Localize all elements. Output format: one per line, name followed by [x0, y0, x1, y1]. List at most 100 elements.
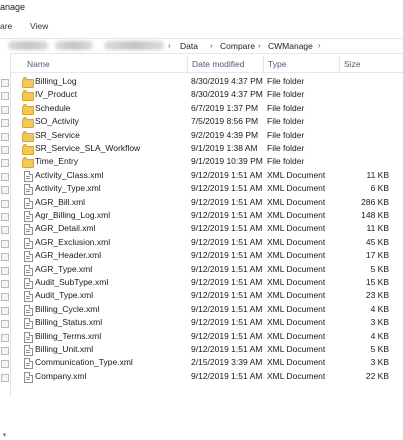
- row-date-modified: 9/12/2019 1:51 AM: [191, 344, 263, 354]
- file-row[interactable]: Activity_Type.xml 9/12/2019 1:51 AM XML Do…: [11, 182, 403, 196]
- nav-pane-marker: [1, 306, 9, 315]
- row-name: Billing_Terms.xml: [35, 330, 102, 341]
- row-name: Billing_Status.xml: [35, 317, 103, 328]
- row-name: Activity_Class.xml: [35, 169, 104, 180]
- xml-file-icon: [22, 358, 33, 370]
- blurred-path-segment: [55, 41, 93, 50]
- row-name: SO_Activity: [35, 116, 79, 127]
- nav-pane-marker: [1, 253, 9, 262]
- row-name: Billing_Unit.xml: [35, 344, 94, 354]
- folder-row[interactable]: SO_Activity 7/5/2019 8:56 PM File folder: [11, 115, 403, 129]
- file-row[interactable]: AGR_Exclusion.xml 9/12/2019 1:51 AM XML Do…: [11, 236, 403, 249]
- nav-pane-marker: [1, 360, 9, 369]
- row-size: 5 KB: [370, 344, 389, 354]
- file-row[interactable]: Audit_Type.xml 9/12/2019 1:51 AM XML Docum…: [11, 289, 403, 303]
- row-type: XML Document: [267, 183, 326, 194]
- column-header-size[interactable]: Size: [339, 56, 403, 72]
- file-row[interactable]: Audit_SubType.xml 9/12/2019 1:51 AM XML Do…: [11, 276, 403, 289]
- row-name: AGR_Exclusion.xml: [35, 236, 111, 247]
- nav-pane-marker: [1, 119, 9, 128]
- folder-icon: [22, 117, 34, 129]
- file-row[interactable]: Billing_Unit.xml 9/12/2019 1:51 AM XML Doc…: [11, 343, 403, 356]
- nav-pane-marker: [1, 226, 9, 235]
- window-title: anage: [0, 2, 26, 12]
- row-date-modified: 9/1/2019 10:39 PM: [191, 156, 263, 167]
- xml-file-icon: [22, 197, 33, 209]
- row-size: 286 KB: [361, 196, 389, 207]
- row-type: File folder: [267, 89, 305, 100]
- nav-pane-marker: [1, 320, 9, 329]
- file-row[interactable]: AGR_Type.xml 9/12/2019 1:51 AM XML Documen…: [11, 263, 403, 276]
- row-name: Billing_Cycle.xml: [35, 303, 100, 314]
- row-size: 148 KB: [361, 210, 389, 220]
- breadcrumb-item-cwmanage[interactable]: CWManage: [268, 39, 313, 53]
- breadcrumb-item-compare[interactable]: Compare: [220, 39, 255, 53]
- file-row[interactable]: AGR_Header.xml 9/12/2019 1:51 AM XML Docum…: [11, 249, 403, 263]
- folder-row[interactable]: Time_Entry 9/1/2019 10:39 PM File folder: [11, 155, 403, 169]
- row-date-modified: 9/12/2019 1:51 AM: [191, 370, 263, 381]
- column-header-date-modified[interactable]: Date modified: [187, 56, 262, 72]
- xml-file-icon: [22, 251, 33, 263]
- file-row[interactable]: Billing_Cycle.xml 9/12/2019 1:51 AM XML Do…: [11, 303, 403, 316]
- row-size: 3 KB: [370, 357, 389, 368]
- breadcrumb-separator-icon: ›: [258, 41, 261, 50]
- breadcrumb-item-data[interactable]: Data: [180, 39, 198, 53]
- nav-pane-marker: [1, 280, 9, 288]
- row-size: 23 KB: [365, 290, 389, 301]
- row-name: Communication_Type.xml: [35, 357, 133, 368]
- row-name: Time_Entry: [35, 156, 79, 167]
- folder-row[interactable]: IV_Product 8/30/2019 4:37 PM File folder: [11, 88, 403, 102]
- file-row[interactable]: Billing_Status.xml 9/12/2019 1:51 AM XML D…: [11, 316, 403, 330]
- folder-icon: [22, 103, 34, 115]
- row-date-modified: 9/12/2019 1:51 AM: [191, 317, 263, 328]
- tab-view[interactable]: View: [30, 19, 48, 33]
- row-type: File folder: [267, 76, 305, 86]
- row-type: XML Document: [267, 210, 326, 220]
- row-date-modified: 6/7/2019 1:37 PM: [191, 102, 259, 113]
- nav-pane-marker: [1, 239, 9, 248]
- row-name: Audit_Type.xml: [35, 290, 94, 301]
- file-row[interactable]: AGR_Detail.xml 9/12/2019 1:51 AM XML Docum…: [11, 222, 403, 236]
- folder-row[interactable]: SR_Service_SLA_Workflow 9/1/2019 1:38 AM F…: [11, 142, 403, 155]
- column-header-type[interactable]: Type: [263, 56, 338, 72]
- tab-share[interactable]: are: [0, 19, 12, 33]
- navigation-pane[interactable]: ▾: [0, 53, 11, 439]
- row-type: File folder: [267, 102, 305, 113]
- nav-pane-marker: [1, 293, 9, 302]
- folder-row[interactable]: Schedule 6/7/2019 1:37 PM File folder: [11, 102, 403, 115]
- folder-icon: [22, 77, 34, 88]
- row-date-modified: 9/1/2019 1:38 AM: [191, 143, 258, 153]
- breadcrumb-separator-icon: ›: [168, 41, 171, 50]
- folder-icon: [22, 144, 34, 155]
- row-name: AGR_Type.xml: [35, 263, 93, 274]
- xml-file-icon: [22, 264, 33, 276]
- folder-row[interactable]: Billing_Log 8/30/2019 4:37 PM File folder: [11, 75, 403, 88]
- file-row[interactable]: Company.xml 9/12/2019 1:51 AM XML Document…: [11, 370, 403, 383]
- column-header-name[interactable]: Name: [23, 56, 187, 72]
- xml-file-icon: [22, 371, 33, 383]
- file-row[interactable]: AGR_Bill.xml 9/12/2019 1:51 AM XML Documen…: [11, 196, 403, 209]
- row-size: 17 KB: [365, 250, 389, 261]
- row-type: XML Document: [267, 277, 326, 287]
- row-type: XML Document: [267, 169, 326, 180]
- ribbon: are View: [0, 19, 403, 33]
- file-row[interactable]: Activity_Class.xml 9/12/2019 1:51 AM XML D…: [11, 169, 403, 182]
- folder-row[interactable]: SR_Service 9/2/2019 4:39 PM File folder: [11, 129, 403, 142]
- row-type: XML Document: [267, 370, 326, 381]
- address-bar[interactable]: › Data › Compare › CWManage ›: [0, 38, 403, 54]
- scroll-down-icon[interactable]: ▾: [0, 431, 9, 440]
- nav-pane-marker: [1, 333, 9, 342]
- nav-pane-marker: [1, 199, 9, 208]
- row-date-modified: 2/15/2019 3:39 AM: [191, 357, 263, 368]
- file-row[interactable]: Billing_Terms.xml 9/12/2019 1:51 AM XML Do…: [11, 330, 403, 343]
- file-row[interactable]: Communication_Type.xml 2/15/2019 3:39 AM X…: [11, 356, 403, 370]
- breadcrumb-separator-icon: ›: [210, 41, 213, 50]
- file-row[interactable]: Agr_Billing_Log.xml 9/12/2019 1:51 AM XML …: [11, 209, 403, 222]
- nav-pane-marker: [1, 373, 9, 382]
- nav-pane-marker: [1, 266, 9, 275]
- row-date-modified: 9/12/2019 1:51 AM: [191, 263, 263, 274]
- nav-pane-marker: [1, 213, 9, 221]
- row-type: XML Document: [267, 223, 326, 234]
- row-date-modified: 9/12/2019 1:51 AM: [191, 236, 263, 247]
- row-type: File folder: [267, 143, 305, 153]
